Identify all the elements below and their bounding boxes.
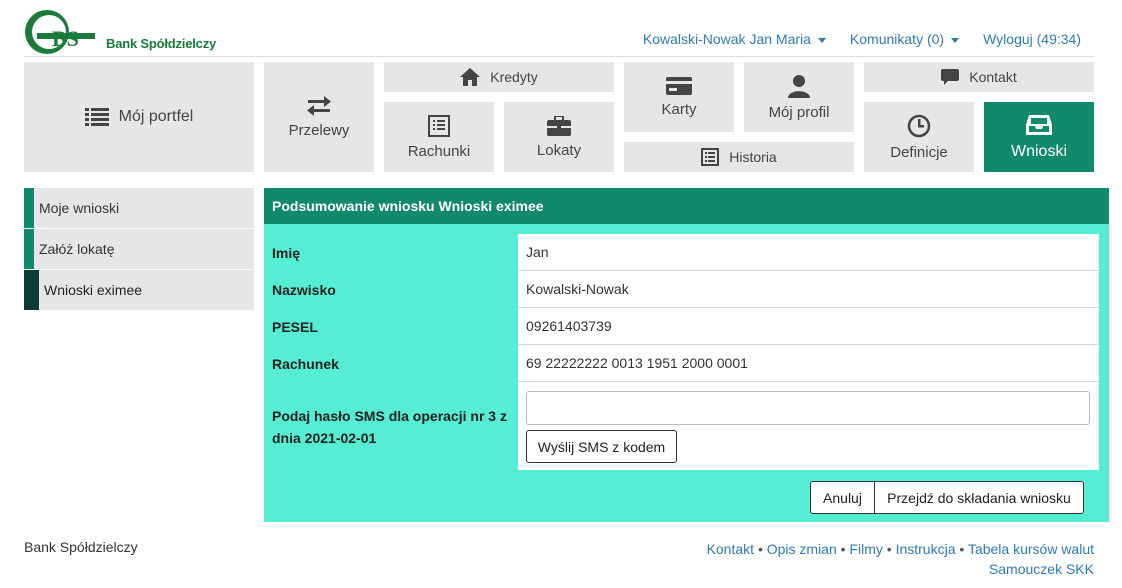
transfer-arrows-icon bbox=[306, 95, 332, 116]
list-icon bbox=[84, 107, 109, 127]
tile-label: Rachunki bbox=[407, 142, 471, 160]
tile-label: Mój portfel bbox=[118, 108, 194, 125]
user-menu[interactable]: Kowalski-Nowak Jan Maria bbox=[643, 31, 826, 47]
tile-label: Wnioski bbox=[1010, 143, 1067, 160]
chevron-down-icon bbox=[951, 37, 960, 43]
tile-label: Lokaty bbox=[536, 141, 582, 159]
briefcase-icon bbox=[547, 115, 571, 136]
credit-card-icon bbox=[666, 76, 692, 95]
field-row-rachunek: Rachunek 69 22222222 0013 1951 2000 0001 bbox=[264, 345, 1099, 382]
field-row-nazwisko: Nazwisko Kowalski-Nowak bbox=[264, 271, 1099, 308]
cancel-button[interactable]: Anuluj bbox=[810, 481, 875, 514]
separator: • bbox=[757, 541, 767, 557]
tile-rachunki[interactable]: Rachunki bbox=[384, 102, 494, 172]
field-row-sms: Podaj hasło SMS dla operacji nr 3 z dnia… bbox=[264, 382, 1099, 470]
tile-label: Definicje bbox=[890, 143, 948, 161]
tile-label: Przelewy bbox=[288, 121, 350, 139]
user-name: Kowalski-Nowak Jan Maria bbox=[642, 31, 811, 47]
separator: • bbox=[886, 541, 896, 557]
tile-label: Kredyty bbox=[490, 69, 538, 85]
tile-przelewy[interactable]: Przelewy bbox=[264, 62, 374, 172]
sidebar-item-label: Wnioski eximee bbox=[44, 282, 143, 298]
document-list-icon bbox=[428, 114, 450, 137]
header-divider bbox=[24, 56, 1094, 57]
tile-karty[interactable]: Karty bbox=[624, 62, 734, 132]
footer-bank-name: Bank Spółdzielczy bbox=[24, 539, 138, 555]
field-value: Jan bbox=[518, 234, 1099, 271]
footer-link-filmy[interactable]: Filmy bbox=[849, 541, 882, 557]
bank-logo[interactable]: BS Bank Spółdzielczy bbox=[24, 6, 216, 56]
field-value: 69 22222222 0013 1951 2000 0001 bbox=[518, 345, 1099, 382]
footer-link-opis-zmian[interactable]: Opis zmian bbox=[767, 541, 837, 557]
footer-link-kontakt[interactable]: Kontakt bbox=[707, 541, 754, 557]
tile-label: Historia bbox=[729, 149, 777, 165]
field-label: PESEL bbox=[272, 319, 318, 335]
tile-kredyty[interactable]: Kredyty bbox=[384, 62, 614, 92]
clock-icon bbox=[907, 114, 931, 138]
top-nav: Kowalski-Nowak Jan Maria Komunikaty (0) … bbox=[643, 31, 1081, 47]
tile-label: Kontakt bbox=[969, 69, 1017, 85]
chevron-down-icon bbox=[817, 37, 826, 43]
sms-label: Podaj hasło SMS dla operacji nr 3 z dnia… bbox=[272, 408, 507, 446]
chat-bubble-icon bbox=[941, 69, 960, 85]
tile-historia[interactable]: Historia bbox=[624, 142, 854, 172]
field-label: Nazwisko bbox=[272, 282, 336, 298]
logo-mark-icon: BS bbox=[25, 10, 95, 54]
field-value: Kowalski-Nowak bbox=[518, 271, 1099, 308]
logout-link[interactable]: Wyloguj (49:34) bbox=[983, 31, 1081, 47]
home-icon bbox=[460, 68, 481, 86]
sidebar-item-label: Załóż lokatę bbox=[39, 241, 115, 257]
footer-links: Kontakt • Opis zmian • Filmy • Instrukcj… bbox=[707, 539, 1094, 579]
separator: • bbox=[959, 541, 968, 557]
sidebar-item-wnioski-eximee[interactable]: Wnioski eximee bbox=[24, 270, 254, 310]
application-summary-panel: Podsumowanie wniosku Wnioski eximee Imię… bbox=[264, 188, 1109, 522]
inbox-icon bbox=[1026, 113, 1052, 137]
tile-definicje[interactable]: Definicje bbox=[864, 102, 974, 172]
tile-wnioski[interactable]: Wnioski bbox=[984, 102, 1094, 172]
footer-link-tabela-kursow[interactable]: Tabela kursów walut bbox=[968, 541, 1094, 557]
history-list-icon bbox=[701, 148, 720, 166]
field-value: 09261403739 bbox=[518, 308, 1099, 345]
tile-label: Mój profil bbox=[768, 103, 830, 121]
user-icon bbox=[787, 74, 811, 98]
footer-link-samouczek[interactable]: Samouczek SKK bbox=[989, 561, 1094, 577]
field-row-pesel: PESEL 09261403739 bbox=[264, 308, 1099, 345]
sidebar-item-label: Moje wnioski bbox=[39, 200, 120, 216]
footer-link-instrukcja[interactable]: Instrukcja bbox=[896, 541, 956, 557]
proceed-button[interactable]: Przejdź do składania wniosku bbox=[874, 481, 1084, 514]
tile-lokaty[interactable]: Lokaty bbox=[504, 102, 614, 172]
messages-label: Komunikaty (0) bbox=[849, 31, 945, 47]
sidebar-item-moje-wnioski[interactable]: Moje wnioski bbox=[24, 188, 254, 228]
tile-label: Karty bbox=[661, 100, 697, 118]
tile-kontakt[interactable]: Kontakt bbox=[864, 62, 1094, 92]
field-label: Imię bbox=[272, 245, 301, 261]
sidebar-item-zaloz-lokate[interactable]: Załóż lokatę bbox=[24, 229, 254, 269]
tile-moj-portfel[interactable]: Mój portfel bbox=[24, 62, 254, 172]
tile-moj-profil[interactable]: Mój profil bbox=[744, 62, 854, 132]
messages-menu[interactable]: Komunikaty (0) bbox=[849, 31, 960, 47]
panel-title: Podsumowanie wniosku Wnioski eximee bbox=[264, 188, 1109, 224]
sms-field-container: Wyślij SMS z kodem bbox=[518, 382, 1099, 470]
svg-text:BS: BS bbox=[52, 26, 79, 51]
field-label: Rachunek bbox=[272, 356, 339, 372]
field-row-imie: Imię Jan bbox=[264, 234, 1099, 271]
sms-code-input[interactable] bbox=[526, 391, 1090, 425]
send-sms-button[interactable]: Wyślij SMS z kodem bbox=[526, 430, 677, 463]
logo-text: Bank Spółdzielczy bbox=[106, 36, 217, 51]
